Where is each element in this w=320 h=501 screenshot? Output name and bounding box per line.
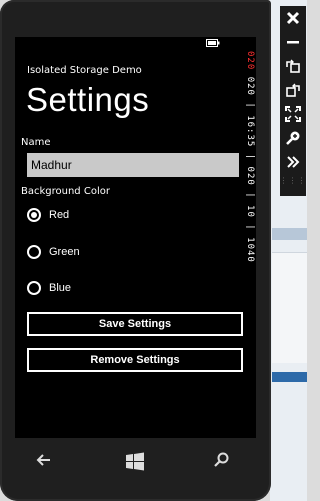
frame-rate-counter-red: 020 — [245, 51, 255, 71]
more-tools-icon[interactable] — [281, 150, 305, 174]
emulator-phone-frame: Isolated Storage Demo Settings 020 020 |… — [0, 0, 271, 501]
windows-start-icon[interactable] — [125, 452, 145, 472]
name-input[interactable] — [27, 153, 239, 177]
background-color-label: Background Color — [21, 186, 110, 197]
search-icon[interactable] — [214, 452, 230, 468]
zoom-icon[interactable] — [281, 126, 305, 150]
radio-red[interactable]: Red — [27, 205, 69, 225]
app-title: Isolated Storage Demo — [27, 65, 142, 76]
emulator-toolbar: ⋮⋮⋮ — [280, 6, 306, 196]
battery-icon — [206, 39, 220, 50]
frame-rate-counter-values: 020 | 16:35 | 020 | 10 | 1040 — [245, 76, 255, 263]
minimize-icon[interactable] — [281, 30, 305, 54]
toolbar-grip[interactable]: ⋮⋮⋮ — [280, 176, 307, 185]
name-label: Name — [21, 137, 51, 148]
close-icon[interactable] — [281, 6, 305, 30]
remove-settings-button[interactable]: Remove Settings — [27, 348, 243, 372]
save-settings-button[interactable]: Save Settings — [27, 312, 243, 336]
radio-green[interactable]: Green — [27, 242, 80, 262]
radio-label-red: Red — [49, 209, 70, 221]
radio-blue[interactable]: Blue — [27, 278, 71, 298]
phone-screen: Isolated Storage Demo Settings 020 020 |… — [15, 37, 256, 438]
frame-rate-counter: 020 020 | 16:35 | 020 | 10 | 1040 — [241, 51, 255, 271]
fit-to-screen-icon[interactable] — [281, 102, 305, 126]
radio-button-checked[interactable] — [27, 208, 41, 222]
radio-label-blue: Blue — [49, 282, 72, 294]
background-window-panel — [272, 252, 307, 363]
rotate-right-icon[interactable] — [281, 78, 305, 102]
background-window-bar — [272, 228, 307, 240]
rotate-left-icon[interactable] — [281, 54, 305, 78]
back-icon[interactable] — [36, 452, 52, 468]
radio-button-unchecked[interactable] — [27, 281, 41, 295]
radio-button-unchecked[interactable] — [27, 245, 41, 259]
radio-label-green: Green — [49, 246, 80, 258]
page-title: Settings — [26, 81, 150, 118]
background-window-bar — [272, 372, 307, 382]
